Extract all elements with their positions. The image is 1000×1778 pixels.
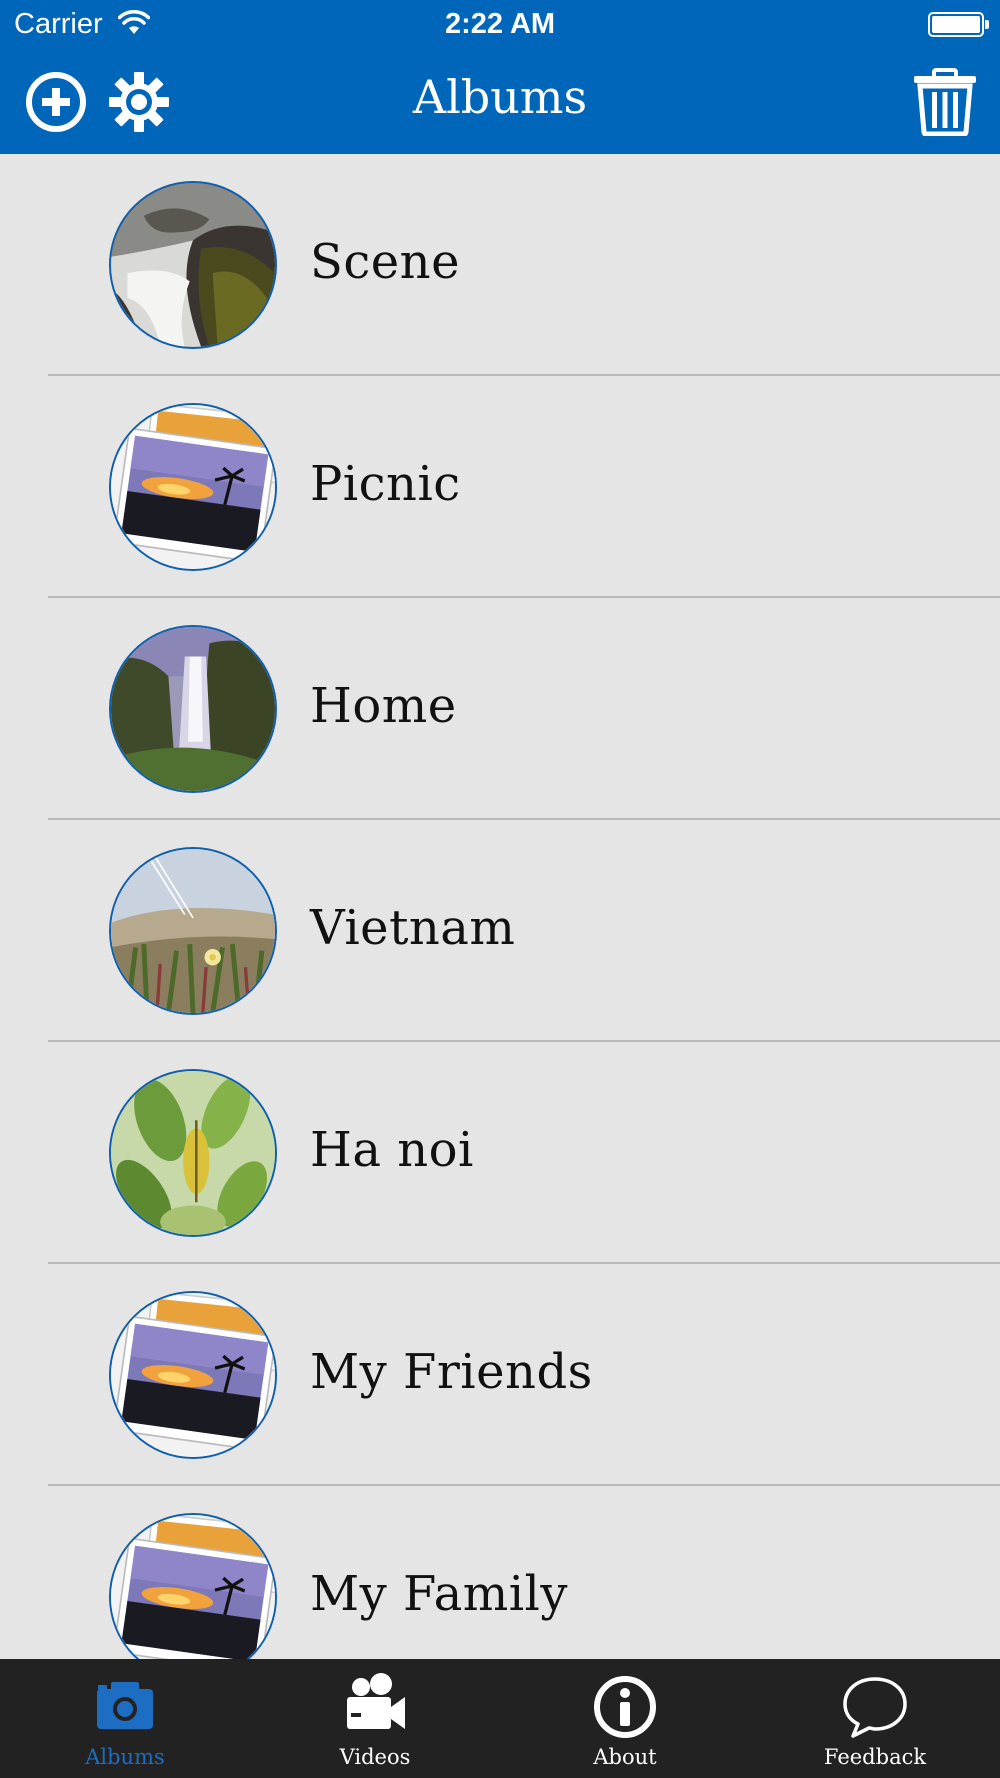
video-camera-icon — [347, 1673, 405, 1729]
waterfall-valley-photo — [111, 627, 275, 791]
album-thumbnail — [109, 1291, 277, 1459]
album-row-picnic[interactable]: Picnic — [0, 376, 1000, 598]
status-time: 2:22 AM — [444, 8, 556, 40]
trash-button[interactable] — [912, 68, 978, 136]
green-leaves-photo — [111, 1071, 275, 1235]
tab-label: Feedback — [823, 1745, 927, 1769]
album-name: Picnic — [310, 456, 461, 512]
album-name: My Family — [310, 1566, 569, 1622]
album-thumbnail — [109, 1069, 277, 1237]
album-name: Vietnam — [310, 900, 516, 956]
photo-stack-sunset — [111, 405, 275, 569]
album-thumbnail — [109, 1513, 277, 1681]
album-name: Home — [310, 678, 457, 734]
album-name: My Friends — [310, 1344, 593, 1400]
camera-icon — [97, 1682, 153, 1729]
album-list: Scene Picnic Home Vietnam Ha noi My Frie… — [0, 154, 1000, 1708]
album-thumbnail — [109, 403, 277, 571]
battery-icon — [928, 12, 984, 37]
album-row-scene[interactable]: Scene — [0, 154, 1000, 376]
beach-grass-flower-photo — [111, 849, 275, 1013]
album-thumbnail — [109, 847, 277, 1015]
waterfall-rocks-photo — [111, 183, 275, 347]
tab-bar: Albums Videos About Feedback — [0, 1659, 1000, 1778]
header: Carrier 2:22 AM Albums — [0, 0, 1000, 154]
tab-feedback[interactable]: Feedback — [750, 1659, 1000, 1778]
album-thumbnail — [109, 625, 277, 793]
photo-stack-sunset — [111, 1293, 275, 1457]
tab-label: Albums — [85, 1745, 165, 1769]
album-name: Scene — [310, 234, 460, 290]
album-row-home[interactable]: Home — [0, 598, 1000, 820]
speech-bubble-icon — [843, 1677, 907, 1738]
battery-tip — [985, 20, 989, 29]
info-icon — [594, 1676, 656, 1738]
tab-about[interactable]: About — [500, 1659, 750, 1778]
tab-albums[interactable]: Albums — [0, 1659, 250, 1778]
album-row-ha-noi[interactable]: Ha noi — [0, 1042, 1000, 1264]
album-name: Ha noi — [310, 1122, 474, 1178]
tab-videos[interactable]: Videos — [250, 1659, 500, 1778]
album-row-my-friends[interactable]: My Friends — [0, 1264, 1000, 1486]
status-bar: Carrier 2:22 AM — [0, 0, 1000, 50]
page-title: Albums — [412, 70, 588, 124]
tab-label: About — [593, 1745, 657, 1769]
album-row-vietnam[interactable]: Vietnam — [0, 820, 1000, 1042]
photo-stack-sunset — [111, 1515, 275, 1679]
album-thumbnail — [109, 181, 277, 349]
tab-label: Videos — [339, 1745, 411, 1769]
